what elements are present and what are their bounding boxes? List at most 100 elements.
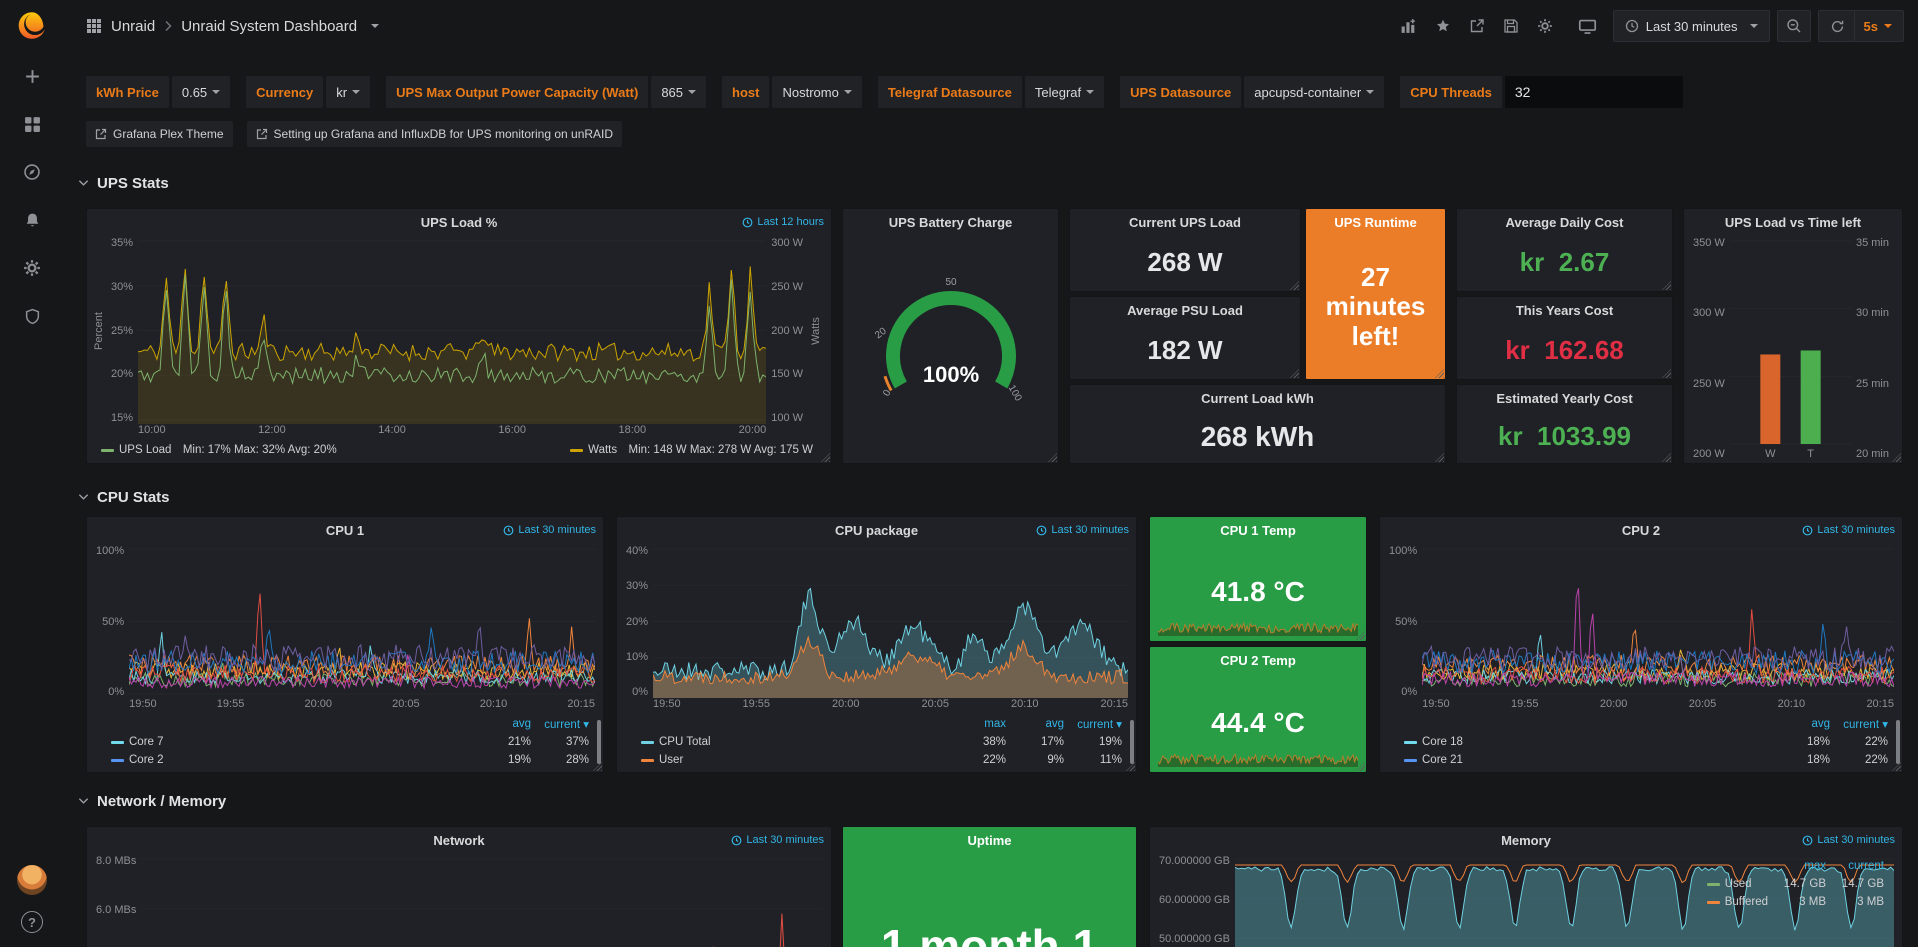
chart-canvas[interactable] <box>653 545 1128 698</box>
axis-tick-label: 25% <box>111 325 133 337</box>
panel-title[interactable]: UPS Load % <box>421 215 498 230</box>
panel-title[interactable]: CPU 1 Temp <box>1220 523 1296 538</box>
variable-input[interactable]: 32 <box>1505 76 1683 108</box>
panel-title[interactable]: CPU package <box>835 523 918 538</box>
legend-series[interactable]: CPU Total <box>627 736 948 748</box>
dashboard-link-plex-theme[interactable]: Grafana Plex Theme <box>86 121 233 147</box>
panel-title[interactable]: CPU 2 <box>1622 523 1660 538</box>
variable-dropdown[interactable]: kr <box>326 76 370 108</box>
breadcrumb-app[interactable]: Unraid <box>111 18 155 35</box>
share-dashboard-button[interactable] <box>1469 18 1485 34</box>
add-panel-button[interactable] <box>1400 18 1417 35</box>
plot-area[interactable] <box>141 855 823 947</box>
apps-grid-icon[interactable] <box>86 18 102 34</box>
chart-canvas[interactable] <box>138 237 766 424</box>
dashboard-settings-button[interactable] <box>1537 18 1553 34</box>
variable-dropdown[interactable]: 865 <box>651 76 706 108</box>
panel-title[interactable]: UPS Runtime <box>1334 215 1416 230</box>
legend-column-header[interactable]: current <box>1832 857 1890 875</box>
panel-time-override[interactable]: Last 30 minutes <box>1036 524 1129 536</box>
panel-title[interactable]: Current UPS Load <box>1129 215 1241 230</box>
dashboards-button[interactable] <box>15 107 49 141</box>
panel-time-override[interactable]: Last 30 minutes <box>1802 524 1895 536</box>
legend-series[interactable]: Core 18 <box>1390 736 1772 748</box>
variable-dropdown[interactable]: Telegraf <box>1025 76 1104 108</box>
legend-series[interactable]: Used <box>1707 878 1768 890</box>
plot-area[interactable] <box>1422 545 1894 698</box>
section-ups-stats[interactable]: UPS Stats <box>78 170 169 196</box>
panel-title[interactable]: Network <box>433 833 484 848</box>
alerting-button[interactable] <box>15 203 49 237</box>
panel-time-override[interactable]: Last 30 minutes <box>1802 834 1895 846</box>
legend-scrollbar[interactable] <box>1896 720 1900 764</box>
save-dashboard-button[interactable] <box>1503 18 1519 34</box>
caret-down-icon[interactable] <box>371 24 379 28</box>
panel-title[interactable]: CPU 1 <box>326 523 364 538</box>
user-avatar[interactable] <box>17 865 47 895</box>
zoom-out-button[interactable] <box>1777 10 1811 42</box>
explore-button[interactable] <box>15 155 49 189</box>
plot-area[interactable]: WT <box>1730 237 1851 460</box>
configuration-button[interactable] <box>15 251 49 285</box>
star-dashboard-button[interactable] <box>1435 18 1451 34</box>
plot-area[interactable] <box>129 545 595 698</box>
chart-canvas[interactable] <box>129 545 595 698</box>
plot-area[interactable] <box>138 237 766 424</box>
dashboard-link-ups-guide[interactable]: Setting up Grafana and InfluxDB for UPS … <box>247 121 623 147</box>
legend-series[interactable]: User <box>627 754 948 766</box>
server-admin-button[interactable] <box>15 299 49 333</box>
time-override-label: Last 12 hours <box>757 216 824 228</box>
legend-item[interactable]: UPS Load Min: 17% Max: 32% Avg: 20% <box>101 444 337 456</box>
x-tick-label: 20:00 <box>832 698 860 710</box>
panel-time-override[interactable]: Last 12 hours <box>742 216 824 228</box>
create-button[interactable] <box>15 59 49 93</box>
panel-title[interactable]: This Years Cost <box>1516 303 1613 318</box>
legend-column-header[interactable]: current ▾ <box>1070 715 1128 733</box>
help-button[interactable]: ? <box>21 911 43 933</box>
legend-series[interactable]: Core 2 <box>97 754 473 766</box>
panel-title[interactable]: Average Daily Cost <box>1505 215 1623 230</box>
grafana-logo[interactable] <box>13 7 51 45</box>
legend-table: maxcurrentUsed14.7 GB14.7 GBBuffered3 MB… <box>1701 857 1890 911</box>
variable-dropdown[interactable]: 0.65 <box>172 76 230 108</box>
panel-title[interactable]: Estimated Yearly Cost <box>1496 391 1632 406</box>
panel-title[interactable]: Memory <box>1501 833 1551 848</box>
bar-chart-canvas[interactable]: WT <box>1730 237 1851 460</box>
legend-series[interactable]: Core 7 <box>97 736 473 748</box>
refresh-button[interactable] <box>1830 19 1845 34</box>
legend-column-header[interactable]: avg <box>479 715 537 733</box>
panel-title[interactable]: Average PSU Load <box>1127 303 1243 318</box>
panel-title[interactable]: UPS Load vs Time left <box>1725 215 1861 230</box>
legend-item[interactable]: Watts Min: 148 W Max: 278 W Avg: 175 W <box>570 444 813 456</box>
legend-column-header[interactable]: avg <box>1012 715 1070 733</box>
panel-title[interactable]: UPS Battery Charge <box>889 215 1013 230</box>
variable-label: UPS Datasource <box>1120 76 1241 108</box>
legend-column-header[interactable]: max <box>954 715 1012 733</box>
legend-series[interactable]: Core 21 <box>1390 754 1772 766</box>
time-range-picker[interactable]: Last 30 minutes <box>1613 10 1770 42</box>
legend-column-header[interactable]: avg <box>1778 715 1836 733</box>
legend-scrollbar[interactable] <box>1130 720 1134 764</box>
legend-column-header[interactable]: current ▾ <box>537 715 595 733</box>
panel-title[interactable]: CPU 2 Temp <box>1220 653 1296 668</box>
panel-title[interactable]: Uptime <box>967 833 1011 848</box>
legend-series[interactable]: Buffered <box>1707 896 1768 908</box>
panel-time-override[interactable]: Last 30 minutes <box>731 834 824 846</box>
variable-dropdown[interactable]: apcupsd-container <box>1244 76 1384 108</box>
panel-title[interactable]: Current Load kWh <box>1201 391 1314 406</box>
chart-canvas[interactable] <box>1422 545 1894 698</box>
cycle-view-mode-button[interactable] <box>1578 17 1597 36</box>
section-network-memory[interactable]: Network / Memory <box>78 788 226 814</box>
legend-header-spacer <box>621 715 954 733</box>
chart-canvas[interactable] <box>141 855 823 947</box>
refresh-interval-dropdown[interactable]: 5s <box>1854 11 1892 41</box>
legend-scrollbar[interactable] <box>597 720 601 764</box>
section-cpu-stats[interactable]: CPU Stats <box>78 484 170 510</box>
legend-column-header[interactable]: max <box>1774 857 1832 875</box>
variable-dropdown[interactable]: Nostromo <box>772 76 861 108</box>
panel-time-override[interactable]: Last 30 minutes <box>503 524 596 536</box>
legend-row: CPU Total38%17%19% <box>621 733 1128 751</box>
plot-area[interactable] <box>653 545 1128 698</box>
legend-column-header[interactable]: current ▾ <box>1836 715 1894 733</box>
dashboard-title[interactable]: Unraid System Dashboard <box>181 18 357 35</box>
